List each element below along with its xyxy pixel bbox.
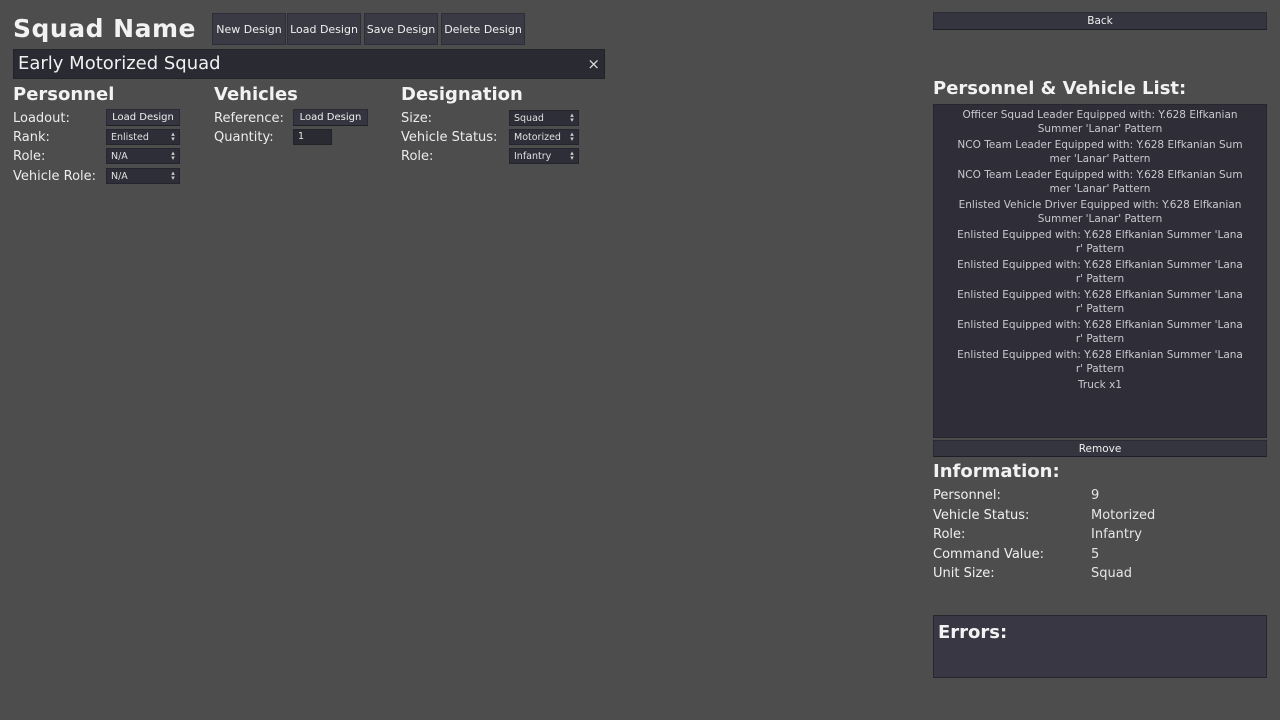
personnel-vehicle-list[interactable]: Officer Squad Leader Equipped with: Y.62… (933, 104, 1267, 438)
list-item-line: mer 'Lanar' Pattern (1049, 153, 1151, 165)
info-value: Motorized (1091, 507, 1156, 523)
select-arrows-icon: ▴ ▾ (171, 169, 175, 182)
list-item[interactable]: Enlisted Equipped with: Y.628 Elfkanian … (934, 287, 1266, 317)
info-value: 5 (1091, 546, 1100, 562)
list-item-line: Officer Squad Leader Equipped with: Y.62… (962, 109, 1238, 121)
list-item-line: Enlisted Equipped with: Y.628 Elfkanian … (957, 319, 1243, 331)
list-item-line: Enlisted Equipped with: Y.628 Elfkanian … (957, 259, 1243, 271)
save-design-button[interactable]: Save Design (364, 13, 438, 45)
info-row: Unit Size: Squad (933, 566, 1267, 586)
designation-role-label: Role: (401, 149, 434, 164)
list-item-line: r' Pattern (1075, 243, 1125, 255)
remove-button[interactable]: Remove (933, 440, 1267, 457)
clear-icon[interactable]: × (587, 55, 600, 73)
list-item-line: r' Pattern (1075, 333, 1125, 345)
information-heading: Information: (933, 461, 1060, 482)
information-table: Personnel: 9 Vehicle Status: Motorized R… (933, 488, 1267, 586)
list-item[interactable]: Enlisted Equipped with: Y.628 Elfkanian … (934, 227, 1266, 257)
vehicle-status-select[interactable]: Motorized ▴ ▾ (509, 129, 579, 145)
list-heading: Personnel & Vehicle List: (933, 78, 1187, 99)
list-item[interactable]: Truck x1 (934, 377, 1266, 393)
info-label: Role: (933, 527, 966, 542)
info-row: Command Value: 5 (933, 547, 1267, 567)
select-arrows-icon: ▴ ▾ (570, 111, 574, 124)
role-label: Role: (13, 149, 46, 164)
size-select[interactable]: Squad ▴ ▾ (509, 110, 579, 126)
info-row: Vehicle Status: Motorized (933, 508, 1267, 528)
rank-select[interactable]: Enlisted ▴ ▾ (106, 129, 180, 145)
info-value: 9 (1091, 488, 1100, 503)
list-item-line: NCO Team Leader Equipped with: Y.628 Elf… (957, 139, 1243, 151)
list-item-line: Enlisted Vehicle Driver Equipped with: Y… (958, 199, 1242, 211)
vehicle-status-label: Vehicle Status: (401, 130, 498, 145)
vehicle-role-label: Vehicle Role: (13, 169, 97, 184)
designation-role-select[interactable]: Infantry ▴ ▾ (509, 148, 579, 164)
squad-name-input[interactable]: Early Motorized Squad × (13, 49, 605, 79)
list-item[interactable]: NCO Team Leader Equipped with: Y.628 Elf… (934, 137, 1266, 167)
select-arrows-icon: ▴ ▾ (570, 130, 574, 143)
list-item[interactable]: Enlisted Vehicle Driver Equipped with: Y… (934, 197, 1266, 227)
designation-role-value: Infantry (514, 150, 552, 162)
list-item[interactable]: Enlisted Equipped with: Y.628 Elfkanian … (934, 317, 1266, 347)
select-arrows-icon: ▴ ▾ (570, 149, 574, 162)
list-item-line: Summer 'Lanar' Pattern (1037, 123, 1163, 135)
list-item-line: Enlisted Equipped with: Y.628 Elfkanian … (957, 229, 1243, 241)
role-value: N/A (111, 150, 128, 162)
list-item-line: Truck x1 (1078, 379, 1122, 391)
vehicle-status-value: Motorized (514, 131, 561, 143)
loadout-load-design-button[interactable]: Load Design (106, 109, 180, 126)
vehicle-role-value: N/A (111, 170, 128, 182)
list-item-line: r' Pattern (1075, 303, 1125, 315)
list-item-line: Enlisted Equipped with: Y.628 Elfkanian … (957, 289, 1243, 301)
role-select[interactable]: N/A ▴ ▾ (106, 148, 180, 164)
rank-value: Enlisted (111, 131, 149, 143)
list-item-line: r' Pattern (1075, 363, 1125, 375)
rank-label: Rank: (13, 130, 50, 145)
load-design-button[interactable]: Load Design (287, 13, 361, 45)
info-value: Infantry (1091, 527, 1142, 542)
reference-label: Reference: (214, 111, 284, 126)
info-value: Squad (1091, 566, 1132, 581)
size-value: Squad (514, 112, 544, 124)
info-label: Command Value: (933, 546, 1045, 562)
back-button[interactable]: Back (933, 12, 1267, 30)
info-label: Personnel: (933, 488, 1001, 503)
info-label: Vehicle Status: (933, 507, 1030, 523)
delete-design-button[interactable]: Delete Design (441, 13, 525, 45)
list-item[interactable]: Officer Squad Leader Equipped with: Y.62… (934, 107, 1266, 137)
loadout-label: Loadout: (13, 111, 70, 126)
errors-panel: Errors: (933, 615, 1267, 678)
list-item-line: Summer 'Lanar' Pattern (1037, 213, 1163, 225)
list-item-line: r' Pattern (1075, 273, 1125, 285)
select-arrows-icon: ▴ ▾ (171, 149, 175, 162)
info-label: Unit Size: (933, 566, 995, 581)
list-item[interactable]: Enlisted Equipped with: Y.628 Elfkanian … (934, 347, 1266, 377)
reference-load-design-button[interactable]: Load Design (293, 109, 368, 126)
personnel-heading: Personnel (13, 84, 115, 105)
quantity-input[interactable]: 1 (293, 129, 332, 145)
new-design-button[interactable]: New Design (212, 13, 286, 45)
info-row: Role: Infantry (933, 527, 1267, 547)
list-item-line: NCO Team Leader Equipped with: Y.628 Elf… (957, 169, 1243, 181)
list-item-line: Enlisted Equipped with: Y.628 Elfkanian … (957, 349, 1243, 361)
designation-heading: Designation (401, 84, 523, 105)
size-label: Size: (401, 111, 433, 126)
select-arrows-icon: ▴ ▾ (171, 130, 175, 143)
info-row: Personnel: 9 (933, 488, 1267, 508)
list-item[interactable]: NCO Team Leader Equipped with: Y.628 Elf… (934, 167, 1266, 197)
squad-name-value: Early Motorized Squad (18, 53, 221, 74)
errors-heading: Errors: (938, 622, 1008, 643)
quantity-label: Quantity: (214, 130, 274, 145)
list-item[interactable]: Enlisted Equipped with: Y.628 Elfkanian … (934, 257, 1266, 287)
page-title: Squad Name (13, 14, 196, 43)
list-item-line: mer 'Lanar' Pattern (1049, 183, 1151, 195)
list-container: Officer Squad Leader Equipped with: Y.62… (934, 107, 1266, 393)
vehicles-heading: Vehicles (214, 84, 298, 105)
vehicle-role-select[interactable]: N/A ▴ ▾ (106, 168, 180, 184)
